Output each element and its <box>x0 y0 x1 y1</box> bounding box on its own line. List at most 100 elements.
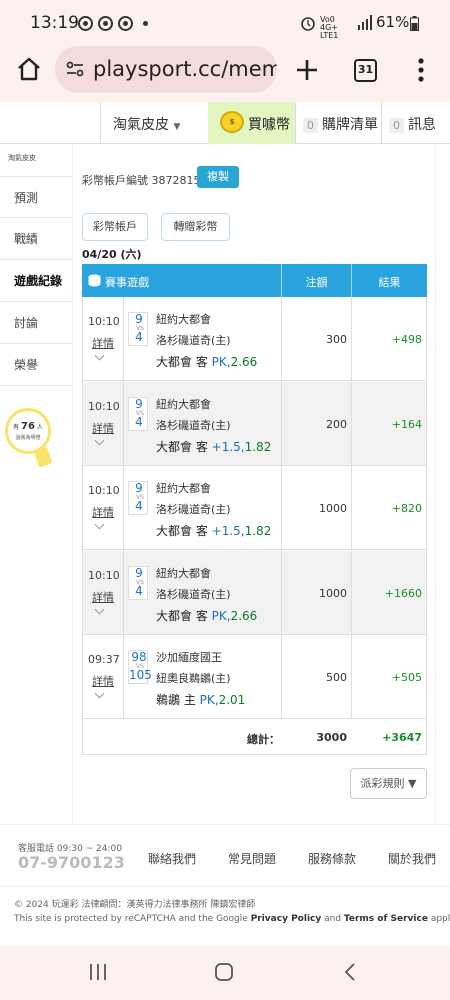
bet-pick: 大都會 客 +1.5,1.82 <box>156 438 271 455</box>
sidebar: 淘氣皮皮 預測 戰績 遊戲紀錄 討論 榮譽 有 76 人 說我為明燈 <box>0 144 72 474</box>
detail-link[interactable]: 詳情 <box>92 589 114 605</box>
sidebar-item-predict[interactable]: 預測 <box>0 176 72 218</box>
footer-link-faq[interactable]: 常見問題 <box>228 850 276 867</box>
detail-link[interactable]: 詳情 <box>92 504 114 520</box>
bet-result: +820 <box>391 502 422 515</box>
table-row: 10:10 詳情 9 VS 4 紐約大都會 洛杉磯道奇(主) 大都會 客 PK,2.66 100… <box>82 550 427 635</box>
sidebar-item-honor[interactable]: 榮譽 <box>0 344 72 386</box>
avatar-caption: 淘氣皮皮 <box>8 154 36 162</box>
home-icon[interactable] <box>16 56 42 82</box>
chrome-icon <box>118 16 133 31</box>
detail-link[interactable]: 詳情 <box>92 420 114 436</box>
notification-dot-icon <box>143 21 148 26</box>
bet-odds: 1.82 <box>244 439 272 454</box>
browser-toolbar: playsport.cc/meml 31 <box>0 46 450 102</box>
new-tab-icon[interactable] <box>295 58 319 82</box>
table-header: 賽事遊戲 注額 結果 <box>82 264 427 297</box>
buy-coins-label: 買噱幣 <box>248 117 290 133</box>
detail-link[interactable]: 詳情 <box>92 335 114 351</box>
tab-switcher-button[interactable]: 31 <box>354 59 377 82</box>
team-home: 洛杉磯道奇(主) <box>156 334 231 347</box>
sidebar-item-game-history[interactable]: 遊戲紀錄 <box>0 260 72 302</box>
bet-line: +1.5, <box>211 524 245 538</box>
username: 淘氣皮皮 <box>113 117 169 133</box>
chevron-down-icon[interactable] <box>94 604 105 614</box>
team-home: 洛杉磯道奇(主) <box>156 503 231 516</box>
bulb-unit: 人 <box>36 424 43 431</box>
bet-amount: 1000 <box>319 586 347 600</box>
chevron-down-icon[interactable] <box>94 519 105 530</box>
battery-icon <box>410 16 419 31</box>
footer-link-contact[interactable]: 聯絡我們 <box>148 850 196 867</box>
site-settings-icon[interactable] <box>65 59 85 79</box>
sidebar-item-discussion[interactable]: 討論 <box>0 302 72 344</box>
url-text: playsport.cc/meml <box>93 57 277 81</box>
header-result: 結果 <box>378 276 401 289</box>
table-row: 09:37 詳情 98 VS 105 沙加緬度國王 紐奧良鵜鶘(主) 鵜鶘 主 PK,2.01… <box>82 635 427 719</box>
bet-amount: 500 <box>326 671 347 684</box>
system-nav-bar <box>0 946 450 1000</box>
messages-link[interactable]: 0 訊息 <box>389 114 436 134</box>
team-away: 紐約大都會 <box>156 566 211 580</box>
cart-count: 0 <box>303 118 318 133</box>
score-home: 4 <box>135 499 143 513</box>
bet-team: 大都會 客 <box>156 524 208 538</box>
recent-apps-icon[interactable] <box>89 963 107 981</box>
user-menu[interactable]: 淘氣皮皮 ▼ <box>113 114 180 134</box>
bet-pick: 大都會 客 PK,2.66 <box>156 353 257 370</box>
sidebar-item-record[interactable]: 戰績 <box>0 218 72 260</box>
footer-link-about[interactable]: 關於我們 <box>388 850 436 867</box>
cart-link[interactable]: 0 購牌清單 <box>303 114 378 134</box>
terms-of-service-link[interactable]: Terms of Service <box>344 914 428 924</box>
battery-percent: 61% <box>376 13 410 31</box>
bulb-caption: 說我為明燈 <box>15 435 41 441</box>
game-time: 10:10 <box>88 568 120 582</box>
signal-icon <box>358 15 372 30</box>
bet-odds: 2.01 <box>218 693 246 707</box>
home-button-icon[interactable] <box>214 962 234 982</box>
date-heading: 04/20 (六) <box>82 248 142 261</box>
bet-team: 鵜鶘 主 <box>156 693 196 707</box>
alarm-icon <box>301 17 315 31</box>
score-away: 98 <box>131 650 147 664</box>
buy-coins-button[interactable]: $ 買噱幣 <box>208 102 295 144</box>
bulb-prefix: 有 <box>13 424 20 431</box>
total-row: 總計： 3000 +3647 <box>82 720 427 755</box>
bet-result: +505 <box>391 671 422 684</box>
copy-button[interactable]: 複製 <box>197 166 239 188</box>
tab-coin-account[interactable]: 彩幣帳戶 <box>82 213 148 241</box>
team-away: 紐約大都會 <box>156 397 211 411</box>
bet-line: PK, <box>211 608 231 623</box>
bet-amount: 200 <box>326 417 347 431</box>
messages-label: 訊息 <box>408 117 436 133</box>
bet-pick: 鵜鶘 主 PK,2.01 <box>156 691 245 708</box>
game-time: 09:37 <box>88 653 120 666</box>
score-home: 105 <box>129 668 152 682</box>
bet-amount: 1000 <box>319 502 347 515</box>
tab-transfer-coins[interactable]: 轉贈彩幣 <box>161 213 230 241</box>
network-label: Vo0 4G+ LTE1 <box>320 15 339 40</box>
score-away: 9 <box>135 481 143 495</box>
coin-icon: $ <box>220 111 244 133</box>
bet-team: 大都會 客 <box>156 439 208 454</box>
privacy-policy-link[interactable]: Privacy Policy <box>251 914 322 924</box>
bet-pick: 大都會 客 PK,2.66 <box>156 607 257 624</box>
detail-link[interactable]: 詳情 <box>92 673 114 689</box>
bet-odds: 2.66 <box>230 608 258 623</box>
chevron-down-icon[interactable] <box>94 688 105 699</box>
footer-link-terms[interactable]: 服務條款 <box>308 850 356 867</box>
team-away: 沙加緬度國王 <box>156 651 222 664</box>
service-phone[interactable]: 07-9700123 <box>18 853 125 872</box>
status-bar: 13:19 Vo0 4G+ LTE1 61% <box>0 0 450 46</box>
address-bar[interactable]: playsport.cc/meml <box>55 46 277 93</box>
more-menu-icon[interactable] <box>418 58 424 82</box>
chevron-down-icon[interactable] <box>94 435 105 445</box>
site-top-nav: 淘氣皮皮 ▼ $ 買噱幣 0 購牌清單 0 訊息 <box>0 102 450 144</box>
payout-rules-button[interactable]: 派彩規則 ▼ <box>350 768 427 799</box>
total-result: +3647 <box>382 731 422 744</box>
chrome-icon <box>78 16 93 31</box>
team-home: 洛杉磯道奇(主) <box>156 418 231 432</box>
back-icon[interactable] <box>343 962 357 982</box>
bulb-count: 76 <box>21 421 35 432</box>
chevron-down-icon[interactable] <box>94 350 105 361</box>
